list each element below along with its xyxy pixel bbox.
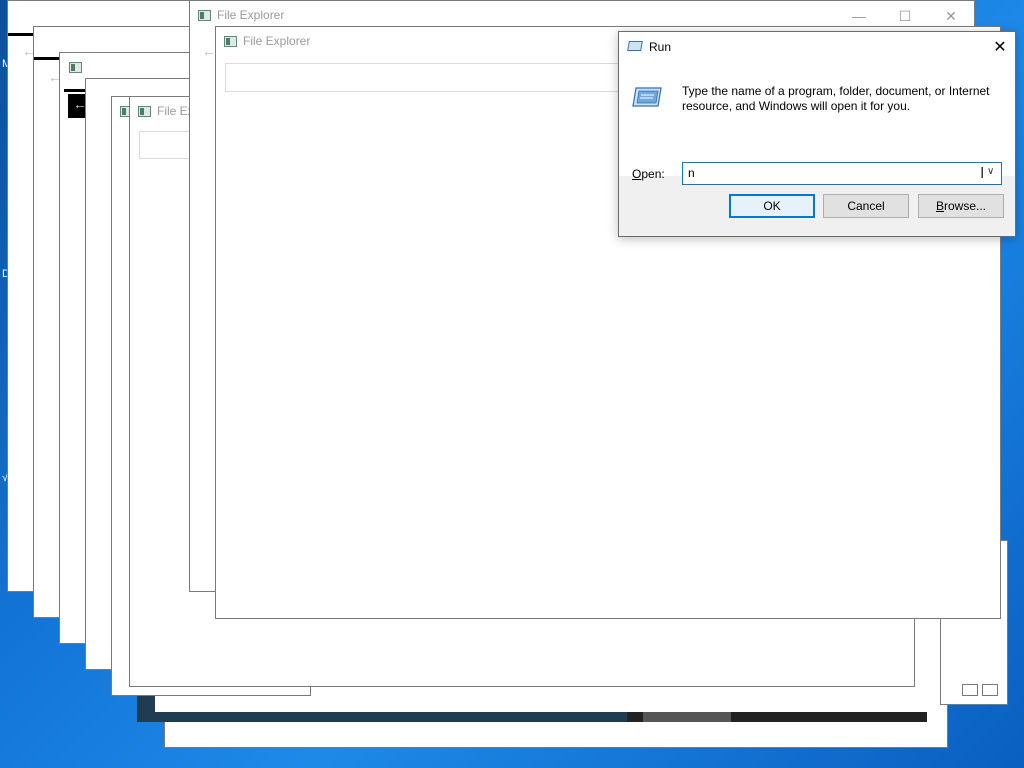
run-body: Type the name of a program, folder, docu…: [619, 62, 1015, 185]
window-title: File Explorer: [217, 8, 285, 22]
open-label: Open:: [632, 167, 665, 181]
file-explorer-icon: [69, 62, 82, 73]
details-view-icon[interactable]: [962, 684, 978, 696]
run-icon: [627, 41, 643, 51]
text-cursor-icon: I: [980, 164, 985, 182]
back-arrow-icon[interactable]: ←: [202, 43, 216, 59]
view-toggle[interactable]: [962, 684, 998, 696]
file-explorer-icon: [138, 105, 151, 117]
run-titlebar[interactable]: Run ✕: [619, 32, 1015, 62]
close-button[interactable]: ✕: [985, 32, 1015, 62]
dialog-title: Run: [649, 40, 672, 54]
run-dialog[interactable]: Run ✕ Type the name of a program, folder…: [618, 31, 1016, 237]
chevron-down-icon[interactable]: ∨: [987, 166, 994, 177]
address-bar[interactable]: [225, 63, 635, 92]
file-explorer-icon: [224, 35, 237, 47]
ok-button[interactable]: OK: [729, 194, 815, 218]
browse-button[interactable]: Browse...: [918, 194, 1004, 218]
run-program-icon: [632, 87, 662, 107]
large-icons-view-icon[interactable]: [982, 684, 998, 696]
open-input[interactable]: n: [682, 162, 1002, 185]
file-explorer-icon: [198, 9, 211, 21]
cancel-button[interactable]: Cancel: [823, 194, 909, 218]
run-description: Type the name of a program, folder, docu…: [682, 84, 990, 113]
window-title: File Explorer: [243, 34, 311, 48]
